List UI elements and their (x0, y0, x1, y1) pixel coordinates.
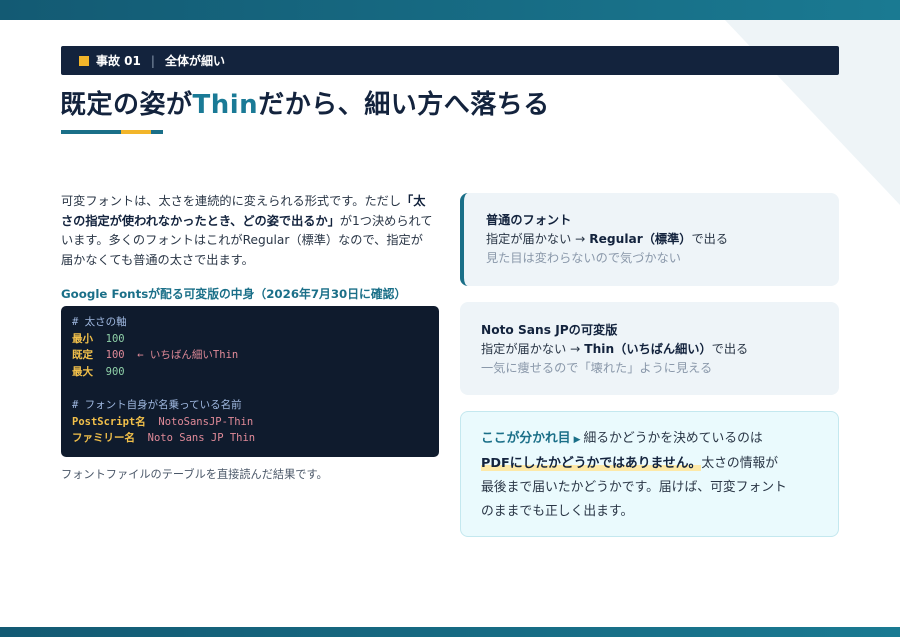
key-line1-text: 細るかどうかを決めているのは (583, 431, 763, 446)
noto-card-line: 指定が届かない → Thin（いちばん細い）で出る (481, 340, 839, 359)
key-line2-suffix: 太さの情報が (701, 456, 779, 471)
key-line-1: ここが分かれ目 ▶ 細るかどうかを決めているのは (481, 427, 838, 452)
section-square-icon (79, 55, 89, 66)
code-min-key: 最小 (72, 332, 93, 345)
regular-line-prefix: 指定が届かない → (486, 232, 590, 246)
code-family-value: Noto Sans JP Thin (147, 432, 256, 445)
regular-card-line: 指定が届かない → Regular（標準）で出る (486, 230, 839, 249)
code-line: # フォント自身が名乗っている名前 (72, 397, 255, 414)
code-content: # 太さの軸 最小 100 既定 100 ← いちばん細いThin 最大 900… (72, 314, 255, 447)
noto-card-title: Noto Sans JPの可変版 (481, 323, 618, 337)
title-accent: Thin (192, 90, 259, 120)
regular-line-suffix: で出る (691, 232, 729, 246)
page-title: 既定の姿がThinだから、細い方へ落ちる (60, 84, 550, 121)
key-highlight: PDFにしたかどうかではありません。 (481, 456, 702, 471)
title-underline (61, 130, 163, 134)
noto-line-prefix: 指定が届かない → (481, 342, 585, 356)
regular-line-bold: Regular（標準） (589, 232, 692, 246)
code-max-key: 最大 (72, 365, 93, 378)
key-line-4: のままでも正しく出ます。 (481, 504, 634, 519)
regular-card-title: 普通のフォント (486, 213, 572, 227)
code-default-key: 既定 (72, 349, 93, 362)
code-comment-axis: # 太さの軸 (72, 316, 127, 328)
play-arrow-icon: ▶ (573, 435, 581, 445)
code-line: 最大 900 (72, 364, 255, 381)
key-point-card: ここが分かれ目 ▶ 細るかどうかを決めているのは PDFにしたかどうかではありません… (460, 411, 839, 537)
code-line: # 太さの軸 (72, 314, 255, 331)
code-default-value: 100 (105, 349, 125, 362)
title-after: だから、細い方へ落ちる (258, 90, 550, 120)
key-line-2: PDFにしたかどうかではありません。太さの情報が (481, 452, 838, 476)
code-line: 最小 100 (72, 331, 255, 348)
code-default-note: ← いちばん細いThin (137, 349, 239, 362)
code-block: # 太さの軸 最小 100 既定 100 ← いちばん細いThin 最大 900… (61, 306, 439, 457)
code-max-value: 900 (105, 365, 125, 378)
bottom-accent-bar (0, 627, 900, 637)
section-label: 全体が細い (164, 54, 225, 68)
code-family-key: ファミリー名 (72, 432, 135, 445)
code-comment-name: # フォント自身が名乗っている名前 (72, 398, 242, 411)
code-line: 既定 100 ← いちばん細いThin (72, 347, 255, 364)
code-postscript-value: NotoSansJP-Thin (158, 415, 254, 428)
code-note: フォントファイルのテーブルを直接読んだ結果です。 (61, 468, 328, 481)
section-number: 事故 01 (96, 54, 141, 68)
intro-paragraph: 可変フォントは、太さを連続的に変えられる形式です。ただし「太さの指定が使われなか… (61, 192, 433, 270)
noto-line-bold: Thin（いちばん細い） (584, 342, 712, 356)
code-line: PostScript名 NotoSansJP-Thin (72, 414, 255, 431)
intro-part1: 可変フォントは、太さを連続的に変えられる形式です。ただし (61, 194, 402, 208)
title-before: 既定の姿が (60, 90, 193, 120)
code-min-value: 100 (105, 332, 125, 345)
code-postscript-key: PostScript名 (72, 415, 146, 428)
noto-card-sub: 一気に痩せるので「壊れた」ように見える (481, 361, 713, 375)
section-header: 事故 01 | 全体が細い (61, 46, 839, 75)
key-line-3: 最後まで届いたかどうかです。届けば、可変フォント (481, 480, 787, 495)
underline-segment-yellow (121, 130, 151, 134)
noto-font-card: Noto Sans JPの可変版 指定が届かない → Thin（いちばん細い）で… (460, 302, 839, 395)
section-divider: | (150, 53, 155, 68)
regular-font-card: 普通のフォント 指定が届かない → Regular（標準）で出る 見た目は変わら… (460, 193, 839, 286)
underline-segment-teal (61, 130, 121, 134)
noto-line-suffix: で出る (711, 342, 749, 356)
regular-card-sub: 見た目は変わらないので気づかない (486, 251, 681, 265)
key-label: ここが分かれ目 (481, 431, 571, 446)
code-caption: Google Fontsが配る可変版の中身（2026年7月30日に確認） (61, 287, 407, 301)
underline-segment-teal-end (151, 130, 163, 134)
code-line: ファミリー名 Noto Sans JP Thin (72, 430, 255, 447)
top-accent-bar (0, 0, 900, 20)
